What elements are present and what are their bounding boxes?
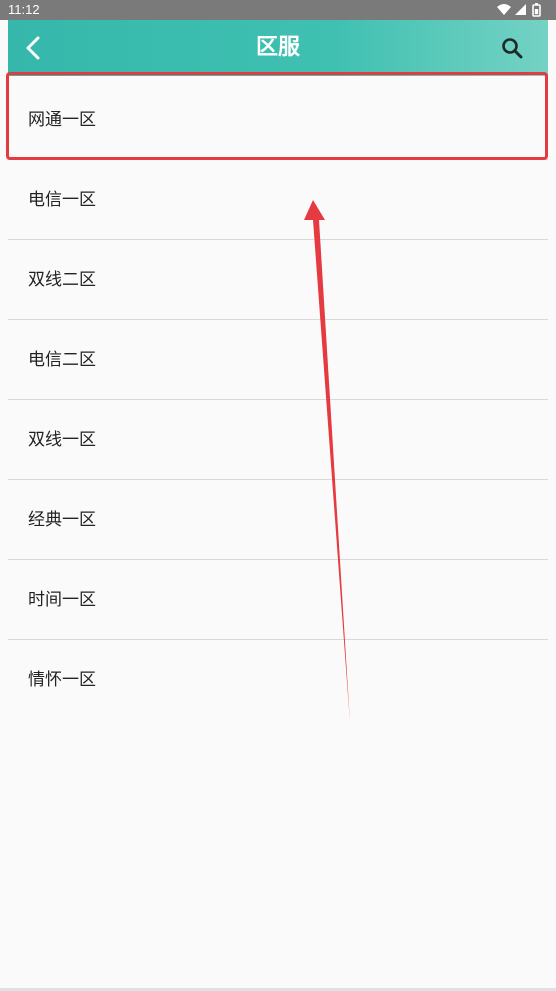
server-item-label: 双线一区 bbox=[28, 430, 96, 450]
search-button[interactable] bbox=[500, 36, 524, 60]
server-item[interactable]: 情怀一区 bbox=[8, 640, 548, 719]
status-bar: 11:12 bbox=[0, 0, 556, 20]
wifi-icon bbox=[497, 4, 511, 15]
server-item[interactable]: 经典一区 bbox=[8, 480, 548, 560]
server-item-label: 电信二区 bbox=[28, 350, 96, 370]
status-time: 11:12 bbox=[8, 2, 40, 17]
search-icon bbox=[502, 38, 523, 59]
app-bar: 区服 bbox=[8, 20, 548, 76]
server-item[interactable]: 电信一区 bbox=[8, 160, 548, 240]
server-item-label: 网通一区 bbox=[28, 110, 96, 130]
cellular-icon bbox=[515, 4, 526, 15]
server-item[interactable]: 双线一区 bbox=[8, 400, 548, 480]
server-item-label: 经典一区 bbox=[28, 510, 96, 530]
server-list: 网通一区 电信一区 双线二区 电信二区 双线一区 经典一区 时间一区 情怀一区 bbox=[8, 80, 548, 719]
server-item-label: 电信一区 bbox=[28, 190, 96, 210]
server-item-label: 时间一区 bbox=[28, 590, 96, 610]
server-item[interactable]: 网通一区 bbox=[8, 80, 548, 160]
server-item[interactable]: 时间一区 bbox=[8, 560, 548, 640]
battery-icon bbox=[532, 3, 541, 17]
server-item[interactable]: 双线二区 bbox=[8, 240, 548, 320]
status-icons bbox=[496, 2, 546, 18]
server-item[interactable]: 电信二区 bbox=[8, 320, 548, 400]
server-item-label: 双线二区 bbox=[28, 270, 96, 290]
server-item-label: 情怀一区 bbox=[28, 670, 96, 690]
page-title: 区服 bbox=[255, 35, 300, 60]
